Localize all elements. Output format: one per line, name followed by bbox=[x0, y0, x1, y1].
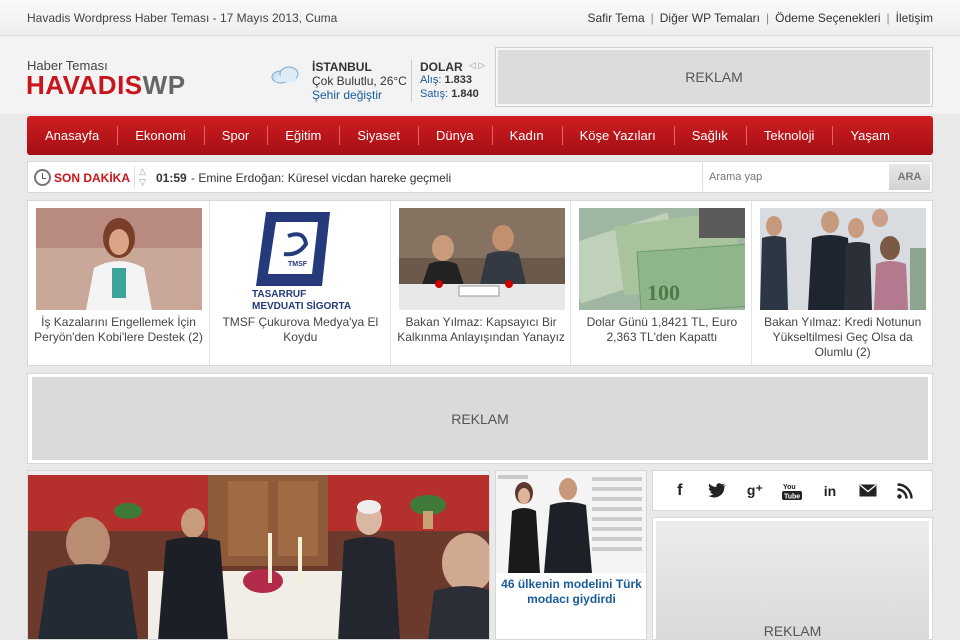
ad-banner-side-label: REKLAM bbox=[656, 521, 929, 640]
logo-brand-red: HAVADIS bbox=[26, 70, 143, 100]
side-story[interactable]: 46 ülkenin modelini Türk modacı giydirdi bbox=[495, 470, 647, 640]
headline-photo[interactable] bbox=[27, 470, 490, 640]
social-links: f g⁺ You Tube in bbox=[652, 470, 933, 511]
currency-buy-label: Alış: bbox=[420, 74, 442, 86]
breaking-news-bar: SON DAKİKA △ ▽ 01:59 - Emine Erdoğan: Kür… bbox=[27, 161, 933, 193]
site-date-text: Havadis Wordpress Haber Teması - 17 Mayı… bbox=[27, 11, 338, 25]
svg-text:You: You bbox=[783, 484, 796, 491]
twitter-icon[interactable] bbox=[704, 478, 730, 504]
svg-text:Tube: Tube bbox=[784, 493, 800, 500]
header: Haber Teması HAVADISWP İSTANBUL Çok Bulu… bbox=[0, 36, 960, 114]
currency-arrows[interactable]: ◁ ▷ bbox=[469, 60, 485, 71]
ad-banner-middle[interactable]: REKLAM bbox=[27, 373, 933, 464]
featured-caption[interactable]: Bakan Yılmaz: Kapsayıcı Bir Kalkınma Anl… bbox=[395, 315, 568, 345]
featured-caption[interactable]: TMSF Çukurova Medya'ya El Koydu bbox=[214, 315, 387, 345]
main-nav: Anasayfa Ekonomi Spor Eğitim Siyaset Dün… bbox=[27, 116, 933, 155]
tmsf-logo-line2: MEVDUATI SİGORTA bbox=[252, 299, 351, 310]
nav-item-spor[interactable]: Spor bbox=[203, 116, 267, 155]
nav-item-dunya[interactable]: Dünya bbox=[418, 116, 492, 155]
clock-icon bbox=[34, 169, 51, 186]
featured-item[interactable]: Bakan Yılmaz: Kapsayıcı Bir Kalkınma Anl… bbox=[389, 201, 571, 365]
header-divider bbox=[411, 60, 412, 102]
featured-caption[interactable]: İş Kazalarını Engellemek İçin Peryön'den… bbox=[32, 315, 205, 345]
headline-image[interactable] bbox=[28, 471, 490, 640]
featured-news-row: İş Kazalarını Engellemek İçin Peryön'den… bbox=[27, 200, 933, 366]
nav-item-ekonomi[interactable]: Ekonomi bbox=[117, 116, 204, 155]
cloud-icon bbox=[271, 66, 299, 84]
linkedin-icon[interactable]: in bbox=[817, 478, 843, 504]
nav-item-anasayfa[interactable]: Anasayfa bbox=[27, 116, 117, 155]
top-link-iletisim[interactable]: İletişim bbox=[890, 11, 933, 25]
breaking-news-headline[interactable]: - Emine Erdoğan: Küresel vicdan hareke g… bbox=[191, 171, 451, 185]
featured-caption[interactable]: Dolar Günü 1,8421 TL, Euro 2,363 TL'den … bbox=[575, 315, 748, 345]
breaking-news-time: 01:59 bbox=[156, 171, 187, 185]
top-link-diger-wp-temalari[interactable]: Diğer WP Temaları bbox=[654, 11, 766, 25]
ad-banner-side[interactable]: REKLAM bbox=[652, 517, 933, 640]
featured-item[interactable]: TMSF TASARRUF MEVDUATI SİGORTA TMSF Çuku… bbox=[208, 201, 390, 365]
news-thumbnail[interactable] bbox=[398, 208, 565, 310]
svg-text:TMSF: TMSF bbox=[288, 261, 308, 268]
weather-description: Çok Bulutlu, 26°C bbox=[312, 74, 407, 88]
nav-item-teknoloji[interactable]: Teknoloji bbox=[745, 116, 833, 155]
youtube-icon[interactable]: You Tube bbox=[779, 478, 805, 504]
currency-sell-label: Satış: bbox=[420, 88, 449, 100]
email-icon[interactable] bbox=[855, 478, 881, 504]
top-link-safir-tema[interactable]: Safir Tema bbox=[581, 11, 650, 25]
change-city-link[interactable]: Şehir değiştir bbox=[312, 88, 382, 102]
breaking-news-label: SON DAKİKA bbox=[54, 171, 131, 185]
featured-item[interactable]: İş Kazalarını Engellemek İçin Peryön'den… bbox=[28, 201, 209, 365]
side-story-caption[interactable]: 46 ülkenin modelini Türk modacı giydirdi bbox=[500, 577, 643, 607]
rss-icon[interactable] bbox=[892, 478, 918, 504]
nav-item-egitim[interactable]: Eğitim bbox=[267, 116, 339, 155]
currency-buy: Alış: 1.833 bbox=[420, 74, 472, 86]
ad-banner-middle-label: REKLAM bbox=[32, 377, 928, 460]
facebook-icon[interactable]: f bbox=[667, 478, 693, 504]
ad-banner-top[interactable]: REKLAM bbox=[496, 48, 932, 106]
top-link-odeme-secenekleri[interactable]: Ödeme Seçenekleri bbox=[769, 11, 886, 25]
top-links: Safir Tema | Diğer WP Temaları | Ödeme S… bbox=[581, 11, 933, 25]
site-logo[interactable]: HAVADISWP bbox=[26, 70, 186, 101]
top-bar: Havadis Wordpress Haber Teması - 17 Mayı… bbox=[0, 0, 960, 36]
breaking-news-arrows[interactable]: △ ▽ bbox=[134, 166, 150, 188]
nav-item-siyaset[interactable]: Siyaset bbox=[339, 116, 418, 155]
nav-item-yasam[interactable]: Yaşam bbox=[832, 116, 908, 155]
search-input[interactable] bbox=[702, 163, 890, 191]
featured-item[interactable]: Bakan Yılmaz: Kredi Notunun Yükseltilmes… bbox=[751, 201, 932, 365]
google-plus-icon[interactable]: g⁺ bbox=[742, 478, 768, 504]
nav-item-saglik[interactable]: Sağlık bbox=[673, 116, 746, 155]
featured-item[interactable]: 100 Dolar Günü 1,8421 TL, Euro 2,363 TL'… bbox=[570, 201, 751, 365]
news-thumbnail[interactable] bbox=[760, 208, 927, 310]
currency-sell-value: 1.840 bbox=[451, 88, 479, 100]
news-thumbnail[interactable]: TMSF TASARRUF MEVDUATI SİGORTA bbox=[217, 208, 384, 310]
news-thumbnail[interactable]: 100 bbox=[579, 208, 746, 310]
svg-text:100: 100 bbox=[647, 280, 680, 305]
currency-sell: Satış: 1.840 bbox=[420, 88, 479, 100]
side-story-image[interactable] bbox=[496, 471, 646, 573]
nav-item-kadin[interactable]: Kadın bbox=[491, 116, 562, 155]
currency-name: DOLAR bbox=[420, 60, 463, 74]
nav-item-kose-yazilari[interactable]: Köşe Yazıları bbox=[561, 116, 674, 155]
logo-brand-grey: WP bbox=[142, 70, 186, 100]
currency-buy-value: 1.833 bbox=[444, 74, 472, 86]
featured-caption[interactable]: Bakan Yılmaz: Kredi Notunun Yükseltilmes… bbox=[756, 315, 929, 360]
search-button[interactable]: ARA bbox=[889, 164, 930, 190]
news-thumbnail[interactable] bbox=[36, 208, 202, 310]
tmsf-logo-line1: TASARRUF bbox=[252, 289, 306, 300]
weather-city: İSTANBUL bbox=[312, 60, 372, 74]
